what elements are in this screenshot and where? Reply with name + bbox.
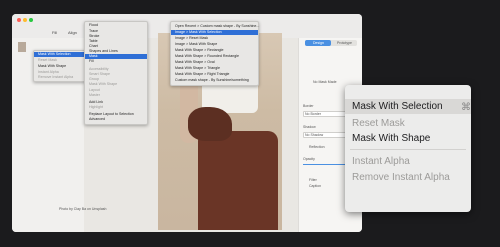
menu-item-highlight[interactable]: Highlight xyxy=(85,105,103,110)
menu-item-remove-instant-alpha[interactable]: Remove Instant Alpha xyxy=(34,75,73,80)
zoom-item-remove-instant-alpha[interactable]: Remove Instant Alpha xyxy=(352,172,450,183)
opacity-slider[interactable] xyxy=(303,164,351,165)
inspector-tabs: Design Prototype xyxy=(305,40,357,46)
recent-actions-menu: Open Recent > Custom mask shape - By Sun… xyxy=(170,21,259,86)
shadow-value: No Shadow xyxy=(305,132,324,137)
image-mask-submenu: Mask With Selection Reset Mask Mask With… xyxy=(33,50,86,82)
image-pants-shape xyxy=(198,131,278,230)
opacity-label: Opacity xyxy=(303,157,315,161)
zoom-separator xyxy=(350,149,466,150)
menu-item-mask-with-shape-2[interactable]: Mask With Shape xyxy=(85,82,117,87)
menu-item-recent-4[interactable]: Mask With Shape > Rectangle xyxy=(171,48,223,53)
toolbar-fill-label[interactable]: Fill xyxy=(52,30,57,35)
zoomed-menu-callout: Mask With Selection ⌘ Reset Mask Mask Wi… xyxy=(345,85,471,212)
slide-thumbnail[interactable] xyxy=(18,42,26,52)
shadow-label: Shadow xyxy=(303,125,316,129)
zoom-item-reset-mask[interactable]: Reset Mask xyxy=(352,118,405,129)
menu-item-master[interactable]: Master xyxy=(85,93,100,98)
caption-label[interactable]: Caption xyxy=(309,184,321,188)
menu-item-mask-with-selection[interactable]: Mask With Selection xyxy=(34,52,85,57)
zoom-shortcut-text: ⌘ xyxy=(461,102,471,113)
menu-item-flood[interactable]: Flood xyxy=(85,23,98,28)
menu-item-reset-mask[interactable]: Reset Mask xyxy=(34,58,57,63)
menu-item-recent-2[interactable]: Image > Reset Mask xyxy=(171,36,208,41)
tab-prototype-label[interactable]: Prototype xyxy=(337,41,352,45)
image-cap-shape xyxy=(188,107,232,141)
zoom-item-instant-alpha[interactable]: Instant Alpha xyxy=(352,156,410,167)
menu-item-recent-1[interactable]: Image > Mask With Selection xyxy=(171,30,258,35)
menu-item-advanced[interactable]: Advanced xyxy=(85,117,105,122)
close-window-button[interactable] xyxy=(17,18,21,22)
minimize-window-button[interactable] xyxy=(23,18,27,22)
format-menu: Flood Trace Stroke Table Chart Shapes an… xyxy=(84,21,148,125)
menu-item-recent-7[interactable]: Mask With Shape > Triangle xyxy=(171,66,220,71)
menu-item-recent-5[interactable]: Mask With Shape > Rounded Rectangle xyxy=(171,54,239,59)
border-value: No Border xyxy=(305,111,321,116)
menu-item-recent-6[interactable]: Mask With Shape > Oval xyxy=(171,60,215,65)
menu-item-mask[interactable]: Mask xyxy=(85,54,147,59)
toolbar-align-label[interactable]: Align xyxy=(68,30,77,35)
menu-item-recent-9[interactable]: Custom mask shape - By Sunshine/somethin… xyxy=(171,78,249,83)
zoom-item-mask-with-selection[interactable]: Mask With Selection xyxy=(352,101,443,112)
tab-design-label: Design xyxy=(313,41,324,45)
menu-item-fill[interactable]: Fill xyxy=(85,59,94,64)
zoom-window-button[interactable] xyxy=(29,18,33,22)
menu-item-recent-0[interactable]: Open Recent > Custom mask shape - By Sun… xyxy=(171,24,259,29)
reflection-label[interactable]: Reflection xyxy=(309,145,325,149)
photo-credit-text: Photo by Clay Ba on Unsplash xyxy=(59,207,107,211)
menu-item-recent-3[interactable]: Image > Mask With Shape xyxy=(171,42,217,47)
filter-label[interactable]: Filter xyxy=(309,178,317,182)
inspector-heading: No Mask Made xyxy=(313,80,337,84)
menu-item-recent-8[interactable]: Mask With Shape > Right Triangle xyxy=(171,72,229,77)
zoom-item-mask-with-shape[interactable]: Mask With Shape xyxy=(352,133,430,144)
border-label: Border xyxy=(303,104,314,108)
menu-item-mask-with-shape[interactable]: Mask With Shape xyxy=(34,64,66,69)
